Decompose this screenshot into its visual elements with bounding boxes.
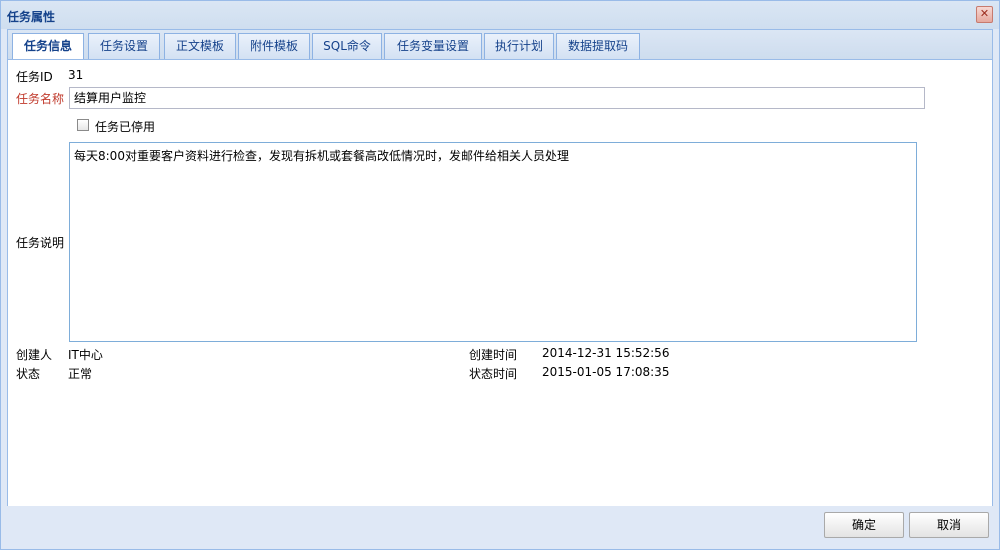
tab-sql-command[interactable]: SQL命令: [312, 33, 382, 59]
created-time-label: 创建时间: [469, 348, 518, 362]
close-icon[interactable]: ✕: [976, 6, 993, 23]
creator-label: 创建人: [16, 348, 53, 362]
tab-task-variables[interactable]: 任务变量设置: [384, 33, 482, 59]
created-time-value: 2014-12-31 15:52:56: [542, 346, 670, 360]
tab-bar: 任务信息 任务设置 正文模板 附件模板 SQL命令 任务变量设置 执行计划 数据…: [7, 29, 993, 61]
task-properties-window: 任务属性 ✕ 任务信息 任务设置 正文模板 附件模板 SQL命令 任务变量设置 …: [0, 0, 1000, 550]
status-value: 正常: [68, 367, 93, 381]
tab-task-settings[interactable]: 任务设置: [88, 33, 160, 59]
status-time-label: 状态时间: [469, 367, 518, 381]
task-info-panel: 任务ID 31 任务名称 结算用户监控 任务已停用 任务说明 每天8:00对重要…: [7, 59, 993, 507]
task-disabled-checkbox[interactable]: [77, 119, 89, 131]
cancel-button[interactable]: 取消: [909, 512, 989, 538]
dialog-footer: 确定 取消: [7, 506, 993, 546]
tab-schedule[interactable]: 执行计划: [484, 33, 554, 59]
ok-button[interactable]: 确定: [824, 512, 904, 538]
title-bar[interactable]: 任务属性 ✕: [1, 1, 999, 29]
task-id-label: 任务ID: [16, 70, 53, 84]
tab-data-extract-code[interactable]: 数据提取码: [556, 33, 640, 59]
task-name-input[interactable]: 结算用户监控: [69, 87, 925, 109]
task-desc-textarea[interactable]: 每天8:00对重要客户资料进行检查，发现有拆机或套餐高改低情况时，发邮件给相关人…: [69, 142, 917, 342]
status-label: 状态: [16, 367, 41, 381]
tab-task-info[interactable]: 任务信息: [12, 33, 84, 61]
creator-value: IT中心: [68, 348, 103, 362]
task-id-value: 31: [68, 68, 84, 82]
task-disabled-label: 任务已停用: [95, 120, 156, 134]
window-title: 任务属性: [7, 10, 56, 24]
tab-attachment-template[interactable]: 附件模板: [238, 33, 310, 59]
task-desc-label: 任务说明: [16, 236, 65, 250]
task-name-label: 任务名称: [16, 92, 65, 106]
status-time-value: 2015-01-05 17:08:35: [542, 365, 670, 379]
tab-body-template[interactable]: 正文模板: [164, 33, 236, 59]
